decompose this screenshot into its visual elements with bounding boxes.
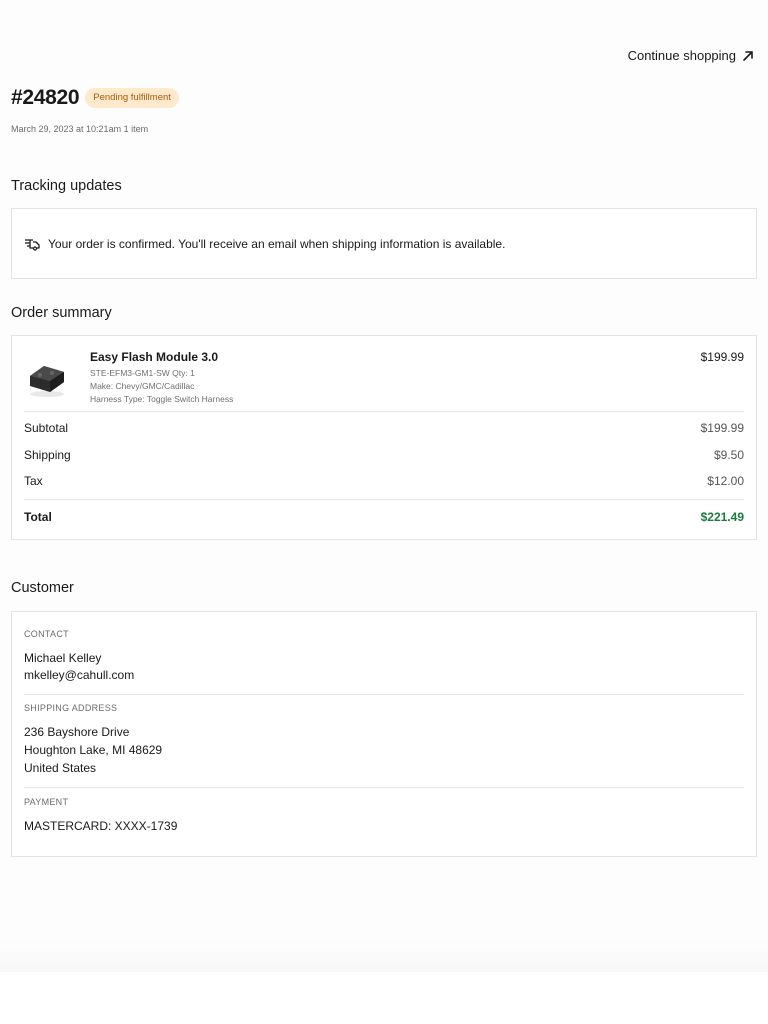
total-label: Total bbox=[24, 510, 52, 524]
customer-name: Michael Kelley bbox=[24, 651, 102, 665]
divider bbox=[24, 787, 744, 788]
order-number: #24820 bbox=[11, 86, 80, 109]
shipping-address-label: SHIPPING ADDRESS bbox=[24, 703, 118, 713]
address-country: United States bbox=[24, 761, 97, 775]
item-make: Make: Chevy/GMC/Cadillac bbox=[90, 381, 195, 391]
shipping-value: $9.50 bbox=[713, 448, 744, 462]
item-sku-qty: STE-EFM3-GM1-SW Qty: 1 bbox=[90, 368, 195, 378]
status-badge: Pending fulfillment bbox=[85, 88, 179, 108]
shipping-label: Shipping bbox=[24, 448, 71, 462]
arrow-up-right-icon bbox=[743, 50, 753, 61]
delivery-truck-icon bbox=[25, 238, 40, 251]
subtotal-label: Subtotal bbox=[24, 421, 69, 435]
tax-label: Tax bbox=[24, 474, 43, 488]
contact-label: CONTACT bbox=[24, 629, 69, 639]
customer-email: mkelley@cahull.com bbox=[24, 668, 135, 682]
subtotal-value: $199.99 bbox=[700, 421, 744, 435]
payment-label: PAYMENT bbox=[24, 797, 69, 807]
order-summary-card: Easy Flash Module 3.0 STE-EFM3-GM1-SW Qt… bbox=[11, 335, 757, 540]
payment-method: MASTERCARD: XXXX-1739 bbox=[24, 819, 178, 833]
customer-card: CONTACT Michael Kelley mkelley@cahull.co… bbox=[11, 611, 757, 857]
shipping-row: Shipping $9.50 bbox=[24, 448, 744, 462]
subtotal-row: Subtotal $199.99 bbox=[24, 421, 744, 435]
order-header: #24820 Pending fulfillment bbox=[11, 86, 179, 110]
item-price: $199.99 bbox=[700, 350, 744, 364]
product-thumbnail bbox=[30, 366, 64, 397]
line-item: Easy Flash Module 3.0 STE-EFM3-GM1-SW Qt… bbox=[24, 348, 744, 412]
tax-row: Tax $12.00 bbox=[24, 474, 744, 488]
address-line-2: Houghton Lake, MI 48629 bbox=[24, 743, 163, 757]
continue-shopping-link[interactable]: Continue shopping bbox=[628, 48, 754, 63]
customer-title: Customer bbox=[11, 580, 74, 596]
item-name: Easy Flash Module 3.0 bbox=[90, 350, 219, 364]
order-summary-title: Order summary bbox=[11, 305, 112, 321]
divider bbox=[24, 694, 744, 695]
tracking-card: Your order is confirmed. You'll receive … bbox=[11, 208, 757, 279]
tracking-message: Your order is confirmed. You'll receive … bbox=[48, 236, 506, 251]
address-line-1: 236 Bayshore Drive bbox=[24, 725, 130, 739]
bottom-fade bbox=[0, 940, 768, 972]
total-row: Total $221.49 bbox=[24, 510, 744, 524]
divider bbox=[24, 411, 744, 412]
tax-value: $12.00 bbox=[707, 474, 744, 488]
order-meta: March 29, 2023 at 10:21am 1 item bbox=[11, 124, 149, 134]
item-harness: Harness Type: Toggle Switch Harness bbox=[90, 394, 234, 404]
tracking-title: Tracking updates bbox=[11, 178, 122, 194]
total-value: $221.49 bbox=[700, 510, 744, 524]
divider bbox=[24, 499, 744, 500]
continue-shopping-label: Continue shopping bbox=[627, 48, 736, 63]
